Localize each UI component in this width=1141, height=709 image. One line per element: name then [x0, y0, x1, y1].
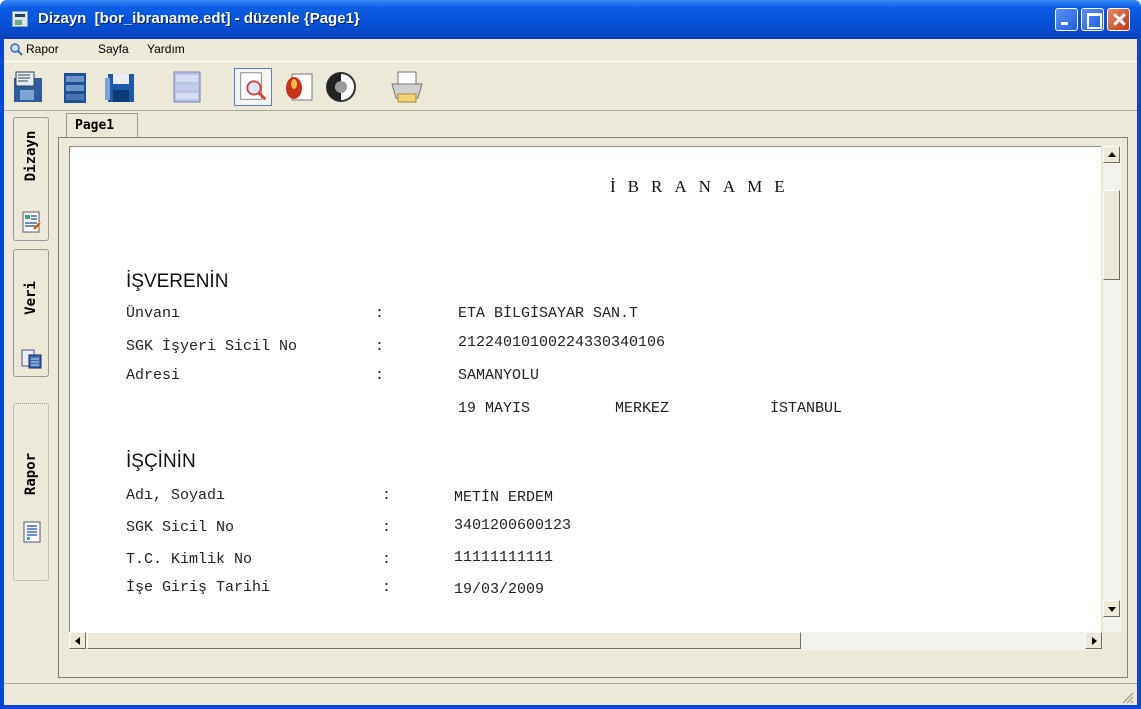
menu-rapor[interactable]: Rapor: [26, 42, 59, 56]
employer-title-colon: :: [375, 305, 385, 322]
tab-veri[interactable]: Veri: [13, 249, 49, 377]
employee-name-colon: :: [382, 487, 392, 504]
toolbar: [4, 61, 1137, 111]
title-bar[interactable]: Dizayn [bor_ibraname.edt] - düzenle {Pag…: [0, 0, 1141, 39]
document-title: İBRANAME: [610, 177, 797, 196]
panel-icon[interactable]: [168, 68, 206, 106]
employee-name-value: METİN ERDEM: [454, 489, 554, 506]
address-area: MERKEZ: [615, 400, 670, 417]
employer-sgk-label: SGK İşyeri Sicil No: [126, 338, 298, 355]
report-icon: [23, 521, 41, 543]
database-icon[interactable]: [56, 68, 94, 106]
scroll-up-button[interactable]: [1103, 146, 1120, 163]
employee-tc-colon: :: [382, 551, 392, 568]
menu-sayfa[interactable]: Sayfa: [98, 42, 129, 56]
tab-rapor[interactable]: Rapor: [13, 403, 49, 581]
resize-grip-icon[interactable]: [1120, 690, 1134, 704]
page-canvas[interactable]: İBRANAME İŞVERENİN Ünvanı : ETA BİLGİSAY…: [69, 146, 1101, 632]
tab-rapor-label: Rapor: [23, 452, 39, 496]
close-button[interactable]: [1107, 8, 1130, 31]
print-icon[interactable]: [388, 68, 426, 106]
employee-sgk-value: 3401200600123: [454, 517, 572, 534]
vertical-scrollbar[interactable]: [1103, 146, 1121, 632]
employer-title-value: ETA BİLGİSAYAR SAN.T: [458, 305, 639, 322]
scroll-left-button[interactable]: [69, 632, 86, 649]
employee-sgk-colon: :: [382, 519, 392, 536]
employer-address-label: Adresi: [126, 367, 181, 384]
status-bar: [4, 683, 1137, 705]
data-source-icon: [21, 349, 42, 369]
employee-tc-label: T.C. Kimlik No: [126, 551, 253, 568]
window-title: Dizayn [bor_ibraname.edt] - düzenle {Pag…: [38, 10, 360, 27]
scroll-right-button[interactable]: [1085, 632, 1102, 649]
employee-name-label: Adı, Soyadı: [126, 487, 226, 504]
document-area: Page1 İBRANAME İŞVERENİN Ünvanı : ETA Bİ…: [58, 113, 1131, 679]
vertical-scroll-thumb[interactable]: [1103, 190, 1120, 280]
left-tab-bar: Dizayn Veri Rapor: [4, 113, 57, 683]
tab-veri-label: Veri: [23, 281, 39, 315]
tab-dizayn-label: Dizayn: [23, 130, 39, 182]
theme-icon[interactable]: [322, 68, 360, 106]
employer-title-label: Ünvanı: [126, 305, 181, 322]
employee-sgk-label: SGK Sicil No: [126, 519, 235, 536]
design-icon: [22, 211, 41, 233]
employee-start-colon: :: [382, 579, 392, 596]
app-window: Dizayn [bor_ibraname.edt] - düzenle {Pag…: [0, 0, 1141, 709]
employee-heading: İŞÇİNİN: [126, 451, 196, 472]
address-district: 19 MAYIS: [458, 400, 531, 417]
employer-address-value: SAMANYOLU: [458, 367, 540, 384]
page-frame: İBRANAME İŞVERENİN Ünvanı : ETA BİLGİSAY…: [58, 137, 1128, 678]
report-menu-icon: [10, 43, 23, 56]
edit-icon[interactable]: [280, 68, 318, 106]
employer-sgk-colon: :: [375, 338, 385, 355]
minimize-button[interactable]: [1055, 8, 1078, 31]
app-icon: [12, 11, 28, 27]
client-area: Rapor Sayfa Yardım Dizayn Veri Rapor Pag…: [4, 39, 1137, 705]
employee-tc-value: 11111111111: [454, 549, 554, 566]
employee-start-value: 19/03/2009: [454, 581, 545, 598]
employer-heading: İŞVERENİN: [126, 271, 229, 292]
preview-icon[interactable]: [234, 68, 272, 106]
tab-page1[interactable]: Page1: [66, 113, 138, 138]
menu-bar: Rapor Sayfa Yardım: [4, 39, 1137, 61]
horizontal-scroll-thumb[interactable]: [87, 632, 801, 649]
employee-start-label: İşe Giriş Tarihi: [126, 579, 271, 596]
employer-address-colon: :: [375, 367, 385, 384]
tab-dizayn[interactable]: Dizayn: [13, 117, 49, 241]
scroll-down-button[interactable]: [1103, 600, 1120, 617]
save-icon[interactable]: [102, 68, 140, 106]
address-city: İSTANBUL: [770, 400, 843, 417]
horizontal-scrollbar[interactable]: [69, 632, 1103, 650]
menu-yardim[interactable]: Yardım: [147, 42, 185, 56]
data-icon[interactable]: [10, 68, 48, 106]
employer-sgk-value: 21224010100224330340106: [458, 334, 666, 351]
maximize-button[interactable]: [1081, 8, 1104, 31]
